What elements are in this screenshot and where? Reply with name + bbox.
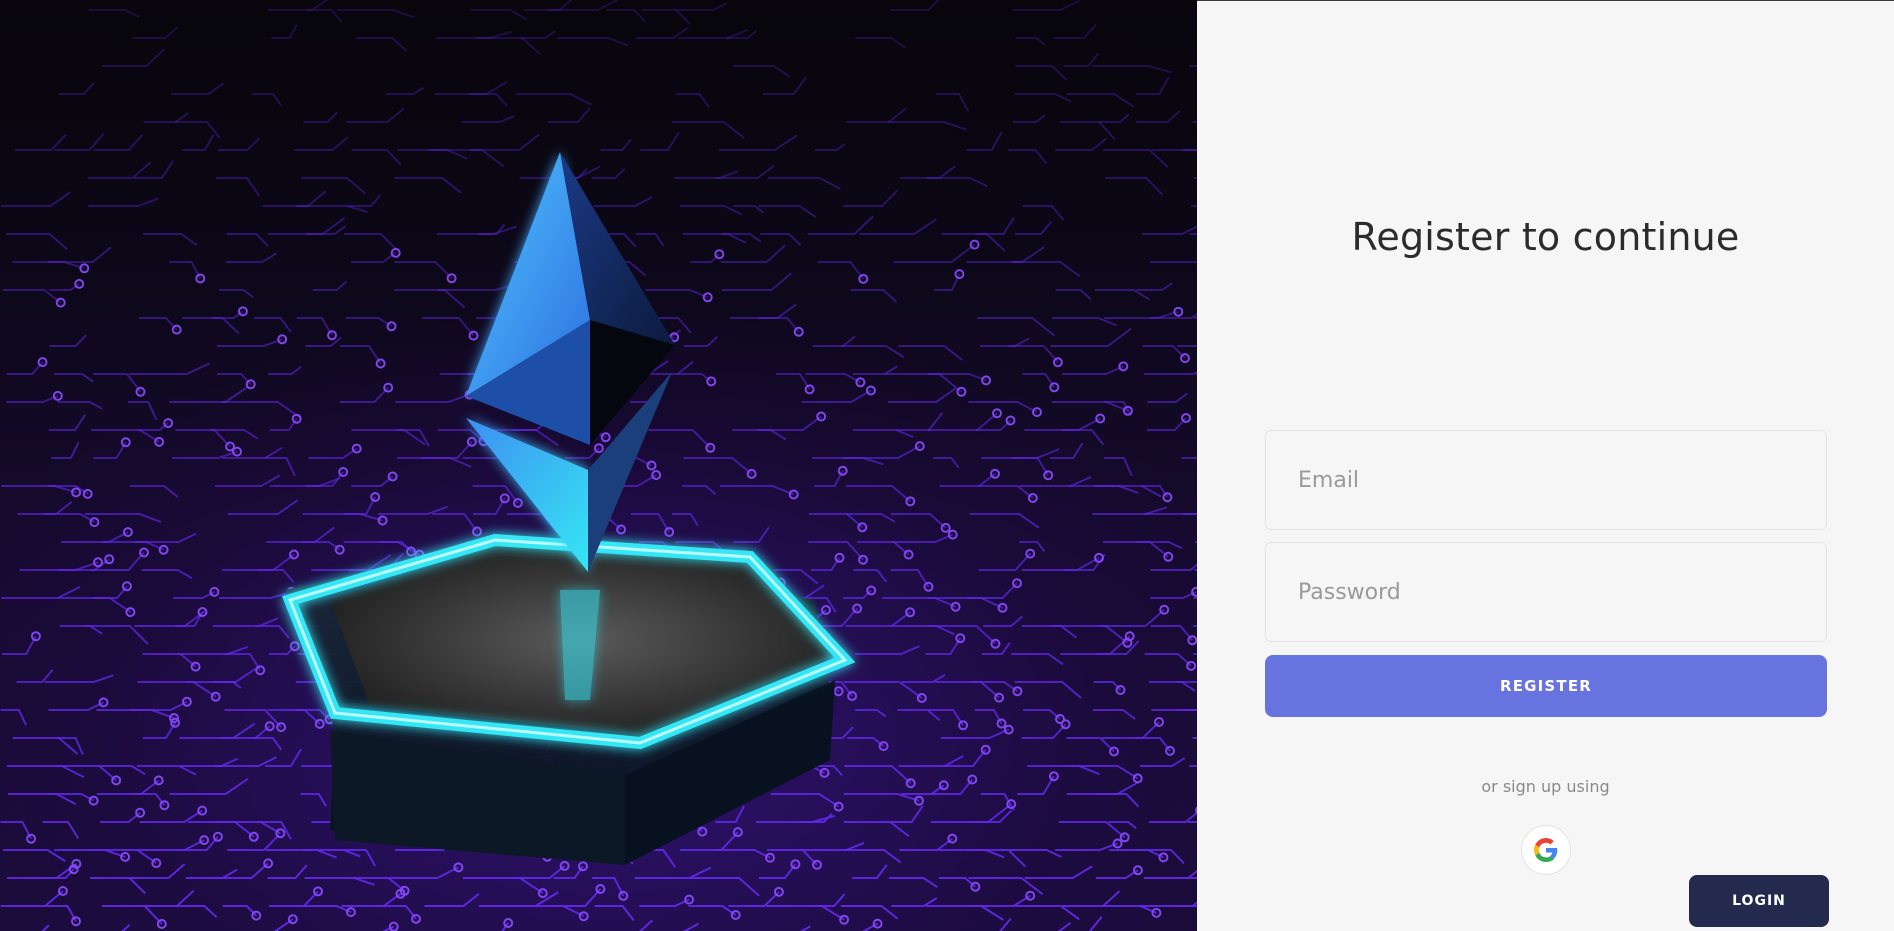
register-page: Register to continue REGISTER or sign up… — [0, 0, 1894, 931]
alt-signup-text: or sign up using — [1481, 777, 1610, 796]
register-button[interactable]: REGISTER — [1265, 655, 1827, 717]
hero-image — [0, 0, 1197, 931]
google-signup-button[interactable] — [1521, 825, 1571, 875]
login-button[interactable]: LOGIN — [1689, 875, 1829, 927]
register-panel: Register to continue REGISTER or sign up… — [1197, 0, 1894, 931]
password-field[interactable] — [1265, 542, 1827, 642]
email-field[interactable] — [1265, 430, 1827, 530]
page-title: Register to continue — [1351, 215, 1740, 259]
google-icon — [1534, 838, 1558, 862]
ethereum-logo — [281, 152, 856, 865]
